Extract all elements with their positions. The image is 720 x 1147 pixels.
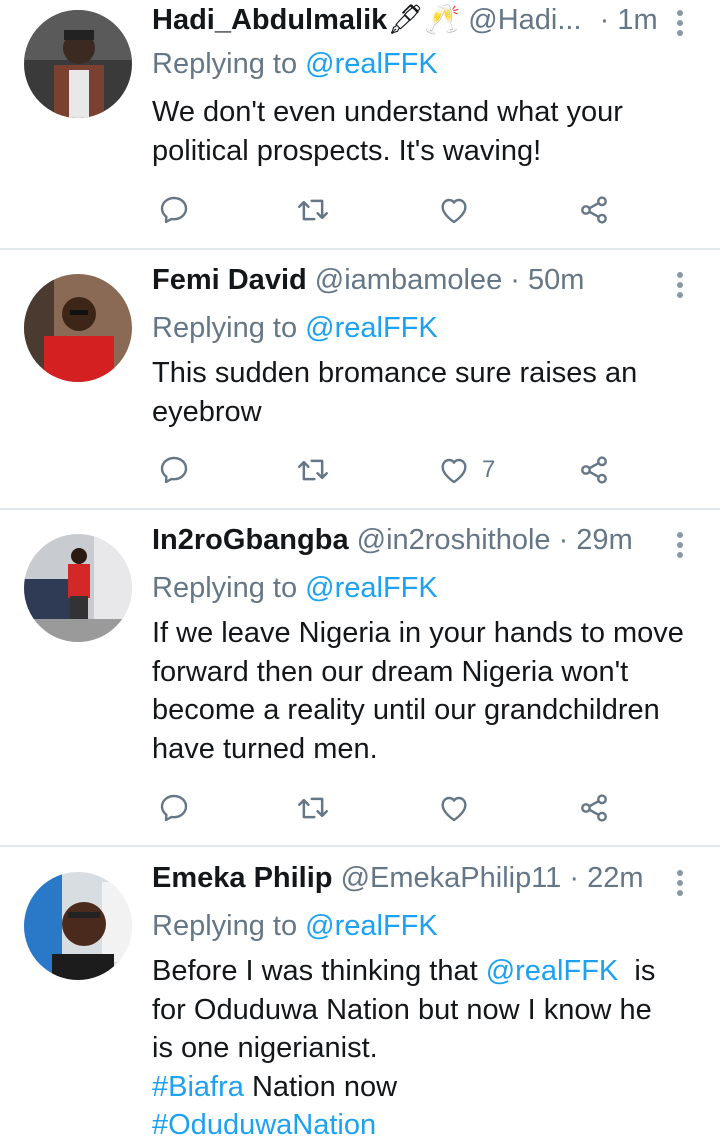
share-button[interactable]: [578, 450, 610, 490]
divider: [0, 508, 720, 510]
avatar[interactable]: [24, 274, 132, 382]
tweet-text-line: become a reality until our grandchildren: [152, 694, 660, 726]
divider: [0, 248, 720, 250]
replying-to: Replying to @realFFK: [152, 568, 438, 608]
reply-button[interactable]: [158, 788, 190, 828]
display-name[interactable]: Femi David: [152, 264, 307, 296]
retweet-button[interactable]: [296, 788, 330, 828]
tweet-text: Before I was thinking that @realFFK is f…: [152, 952, 712, 1145]
reply-button[interactable]: [158, 190, 190, 230]
tweet-actions: 7: [150, 450, 630, 490]
replying-to-label: Replying to: [152, 572, 298, 604]
avatar[interactable]: [24, 10, 132, 118]
text-segment: is: [618, 955, 656, 987]
tweet-text: This sudden bromance sure raises an eyeb…: [152, 354, 712, 431]
tweet-4[interactable]: Emeka Philip @EmekaPhilip11 · 22m Replyi…: [0, 858, 720, 1147]
reply-icon: [158, 194, 190, 226]
mention-link[interactable]: @realFFK: [305, 312, 438, 344]
tweet-header: Femi David @iambamolee · 50m: [152, 260, 672, 300]
username[interactable]: @EmekaPhilip11: [341, 862, 562, 894]
like-button[interactable]: [438, 190, 482, 230]
share-button[interactable]: [578, 788, 610, 828]
more-options-icon[interactable]: [668, 272, 692, 302]
tweet-text-line: This sudden bromance sure raises an: [152, 357, 638, 389]
tweet-text-line: have turned men.: [152, 732, 378, 765]
hashtag-link[interactable]: #OduduwaNation: [152, 1109, 376, 1141]
tweet-actions: [150, 190, 630, 230]
timestamp[interactable]: · 50m: [510, 264, 584, 296]
replying-to: Replying to @realFFK: [152, 308, 438, 348]
tweet-text-line: forward then our dream Nigeria won't: [152, 655, 629, 688]
tweet-text: If we leave Nigeria in your hands to mov…: [152, 614, 712, 768]
tweet-2[interactable]: Femi David @iambamolee · 50m Replying to…: [0, 260, 720, 508]
more-options-icon[interactable]: [668, 532, 692, 562]
tweet-actions: [150, 788, 630, 828]
replying-to-label: Replying to: [152, 910, 298, 942]
tweet-header: In2roGbangba @in2roshithole · 29m: [152, 520, 672, 560]
name-emoji: 🖋🥂: [387, 4, 461, 36]
username[interactable]: @in2roshithole: [357, 524, 551, 556]
tweet-text-line: eyebrow: [152, 395, 262, 428]
tweet-text-line: We don't even understand what your: [152, 96, 623, 128]
retweet-button[interactable]: [296, 190, 330, 230]
avatar[interactable]: [24, 872, 132, 980]
tweet-text-line: for Oduduwa Nation but now I know he: [152, 993, 652, 1026]
mention-link[interactable]: @realFFK: [486, 955, 619, 987]
heart-icon: [438, 194, 470, 226]
replying-to-label: Replying to: [152, 312, 298, 344]
display-name[interactable]: Emeka Philip: [152, 862, 333, 894]
retweet-icon: [296, 792, 330, 824]
share-icon: [578, 454, 610, 486]
reply-button[interactable]: [158, 450, 190, 490]
retweet-button[interactable]: [296, 450, 330, 490]
replying-to-label: Replying to: [152, 48, 298, 80]
tweet-text-line: political prospects. It's waving!: [152, 134, 542, 167]
tweet-text: We don't even understand what your polit…: [152, 93, 712, 170]
more-options-icon[interactable]: [668, 10, 692, 40]
text-segment: Nation now: [243, 1070, 398, 1103]
tweet-text-line: If we leave Nigeria in your hands to mov…: [152, 617, 684, 649]
reply-icon: [158, 792, 190, 824]
more-options-icon[interactable]: [668, 870, 692, 900]
mention-link[interactable]: @realFFK: [305, 910, 438, 942]
tweet-header: Hadi_Abdulmalik🖋🥂 @Hadi... · 1m: [152, 0, 672, 40]
timestamp[interactable]: · 1m: [600, 4, 658, 36]
heart-icon: [438, 454, 470, 486]
avatar[interactable]: [24, 534, 132, 642]
username[interactable]: @iambamolee: [315, 264, 502, 296]
reply-icon: [158, 454, 190, 486]
divider: [0, 845, 720, 847]
tweet-text-line: #Biafra Nation now: [152, 1068, 712, 1107]
tweet-text-line: is one nigerianist.: [152, 1032, 378, 1064]
timestamp[interactable]: · 29m: [559, 524, 633, 556]
replying-to: Replying to @realFFK: [152, 906, 438, 946]
share-icon: [578, 194, 610, 226]
username[interactable]: @Hadi...: [468, 4, 581, 36]
replying-to: Replying to @realFFK: [152, 44, 438, 84]
retweet-icon: [296, 194, 330, 226]
like-button[interactable]: 7: [438, 450, 495, 490]
retweet-icon: [296, 454, 330, 486]
display-name[interactable]: Hadi_Abdulmalik: [152, 4, 387, 36]
tweet-text-line: Before I was thinking that @realFFK is: [152, 952, 712, 991]
tweet-header: Emeka Philip @EmekaPhilip11 · 22m: [152, 858, 672, 898]
timestamp[interactable]: · 22m: [569, 862, 643, 894]
mention-link[interactable]: @realFFK: [305, 48, 438, 80]
heart-icon: [438, 792, 470, 824]
tweet-3[interactable]: In2roGbangba @in2roshithole · 29m Replyi…: [0, 520, 720, 845]
tweet-text-line: #OduduwaNation: [152, 1106, 712, 1145]
like-button[interactable]: [438, 788, 482, 828]
tweet-1[interactable]: Hadi_Abdulmalik🖋🥂 @Hadi... · 1m Replying…: [0, 0, 720, 248]
share-icon: [578, 792, 610, 824]
text-segment: Before I was thinking that: [152, 955, 486, 987]
hashtag-link[interactable]: #Biafra: [152, 1071, 244, 1103]
mention-link[interactable]: @realFFK: [305, 572, 438, 604]
display-name[interactable]: In2roGbangba: [152, 524, 349, 556]
like-count: 7: [482, 456, 496, 483]
share-button[interactable]: [578, 190, 610, 230]
